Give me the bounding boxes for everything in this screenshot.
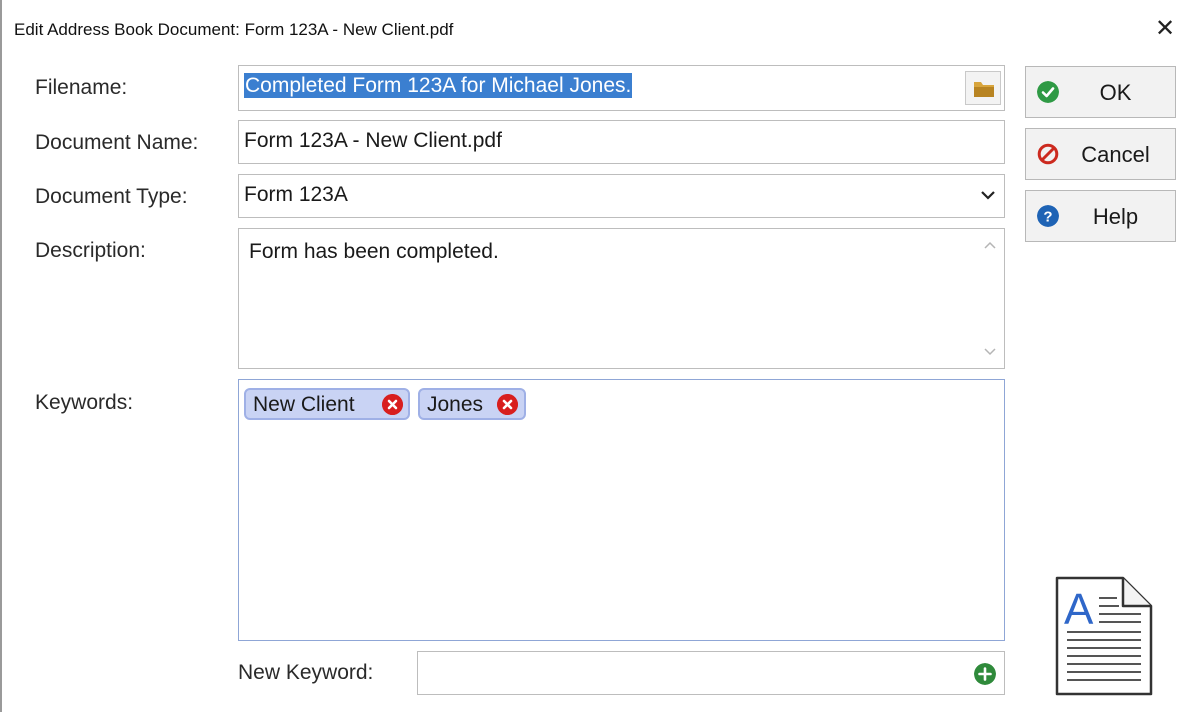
folder-icon xyxy=(974,82,994,97)
scroll-up-arrow-icon[interactable] xyxy=(982,238,998,252)
keyword-tag-label: New Client xyxy=(253,393,355,416)
description-scrollbar[interactable] xyxy=(979,232,1001,365)
keyword-tag: New Client xyxy=(244,388,410,420)
document-text-icon: A xyxy=(1055,576,1153,696)
document-name-value: Form 123A - New Client.pdf xyxy=(244,129,502,152)
keywords-box[interactable]: New Client Jones xyxy=(238,379,1005,641)
scroll-down-arrow-icon[interactable] xyxy=(982,345,998,359)
document-type-value: Form 123A xyxy=(244,183,348,206)
keyword-tag-label: Jones xyxy=(427,393,484,416)
chevron-down-icon[interactable] xyxy=(978,185,998,205)
ok-button-label: OK xyxy=(1099,80,1132,105)
filename-label: Filename: xyxy=(35,76,128,99)
description-label: Description: xyxy=(35,239,146,262)
description-value: Form has been completed. xyxy=(249,240,499,263)
cancel-button-label: Cancel xyxy=(1081,142,1150,167)
title-bar: Edit Address Book Document: Form 123A - … xyxy=(0,0,1179,60)
document-name-field[interactable]: Form 123A - New Client.pdf xyxy=(238,120,1005,164)
description-textarea[interactable]: Form has been completed. xyxy=(238,228,1005,369)
close-button[interactable]: ✕ xyxy=(1150,14,1179,44)
remove-keyword-icon[interactable] xyxy=(382,394,403,415)
cancel-button[interactable]: Cancel xyxy=(1025,128,1176,180)
add-keyword-icon[interactable] xyxy=(974,663,996,685)
filename-value: Completed Form 123A for Michael Jones. xyxy=(244,73,633,98)
window-left-edge xyxy=(0,0,2,712)
document-type-label: Document Type: xyxy=(35,185,188,208)
help-button-label: Help xyxy=(1092,204,1139,229)
dialog-title: Edit Address Book Document: Form 123A - … xyxy=(14,20,454,39)
ok-button[interactable]: OK xyxy=(1025,66,1176,118)
filename-field[interactable]: Completed Form 123A for Michael Jones. xyxy=(238,65,1005,111)
keywords-label: Keywords: xyxy=(35,391,134,414)
document-type-select[interactable]: Form 123A xyxy=(238,174,1005,218)
svg-text:A: A xyxy=(1064,585,1094,634)
keyword-tag: Jones xyxy=(418,388,526,420)
new-keyword-input[interactable] xyxy=(417,651,1005,695)
document-name-label: Document Name: xyxy=(35,131,199,154)
new-keyword-label: New Keyword: xyxy=(238,661,374,684)
browse-button[interactable] xyxy=(965,71,1001,105)
remove-keyword-icon[interactable] xyxy=(497,394,518,415)
edit-document-dialog: Edit Address Book Document: Form 123A - … xyxy=(0,0,1179,712)
help-button[interactable]: ? Help xyxy=(1025,190,1176,242)
